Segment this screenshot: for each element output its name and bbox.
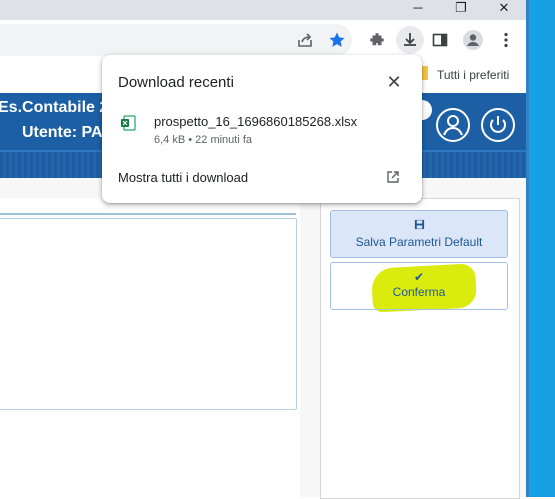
extensions-icon[interactable]: [365, 28, 389, 52]
desktop-background: [526, 0, 555, 497]
profile-avatar-icon[interactable]: [461, 28, 485, 52]
excel-file-icon: [120, 115, 136, 131]
save-default-params-button[interactable]: Salva Parametri Default: [330, 210, 508, 258]
user-account-icon[interactable]: [436, 108, 470, 142]
show-all-downloads-link[interactable]: Mostra tutti i download: [118, 170, 248, 185]
restore-icon[interactable]: ❐: [441, 0, 481, 20]
fiscal-year-label: Es.Contabile 20: [0, 99, 118, 116]
share-icon[interactable]: [293, 28, 317, 52]
side-panel-icon[interactable]: [428, 28, 452, 52]
downloads-title: Download recenti: [118, 74, 234, 91]
window-border: [526, 0, 529, 497]
bookmark-star-icon[interactable]: [325, 28, 349, 52]
download-file-meta: 6,4 kB • 22 minuti fa: [154, 134, 253, 146]
user-label: Utente: PAI: [22, 124, 108, 141]
confirm-button[interactable]: ✔ Conferma: [330, 262, 508, 310]
confirm-label: Conferma: [392, 285, 446, 299]
checkmark-icon: ✔: [413, 270, 425, 284]
save-icon: [331, 219, 507, 233]
logout-power-icon[interactable]: [481, 108, 515, 142]
open-external-icon[interactable]: [386, 170, 400, 184]
left-panel-divider: [0, 213, 296, 215]
save-default-params-label: Salva Parametri Default: [355, 235, 483, 249]
close-icon[interactable]: ✕: [384, 72, 404, 92]
folder-icon: [422, 66, 428, 80]
minimize-icon[interactable]: ─: [398, 0, 438, 20]
close-window-icon[interactable]: ✕: [484, 0, 524, 20]
menu-kebab-icon[interactable]: [494, 28, 518, 52]
left-panel-box: [0, 218, 297, 410]
all-bookmarks-link[interactable]: Tutti i preferiti: [437, 68, 509, 82]
downloads-icon[interactable]: [396, 26, 424, 54]
download-file-name[interactable]: prospetto_16_1696860185268.xlsx: [154, 114, 357, 129]
